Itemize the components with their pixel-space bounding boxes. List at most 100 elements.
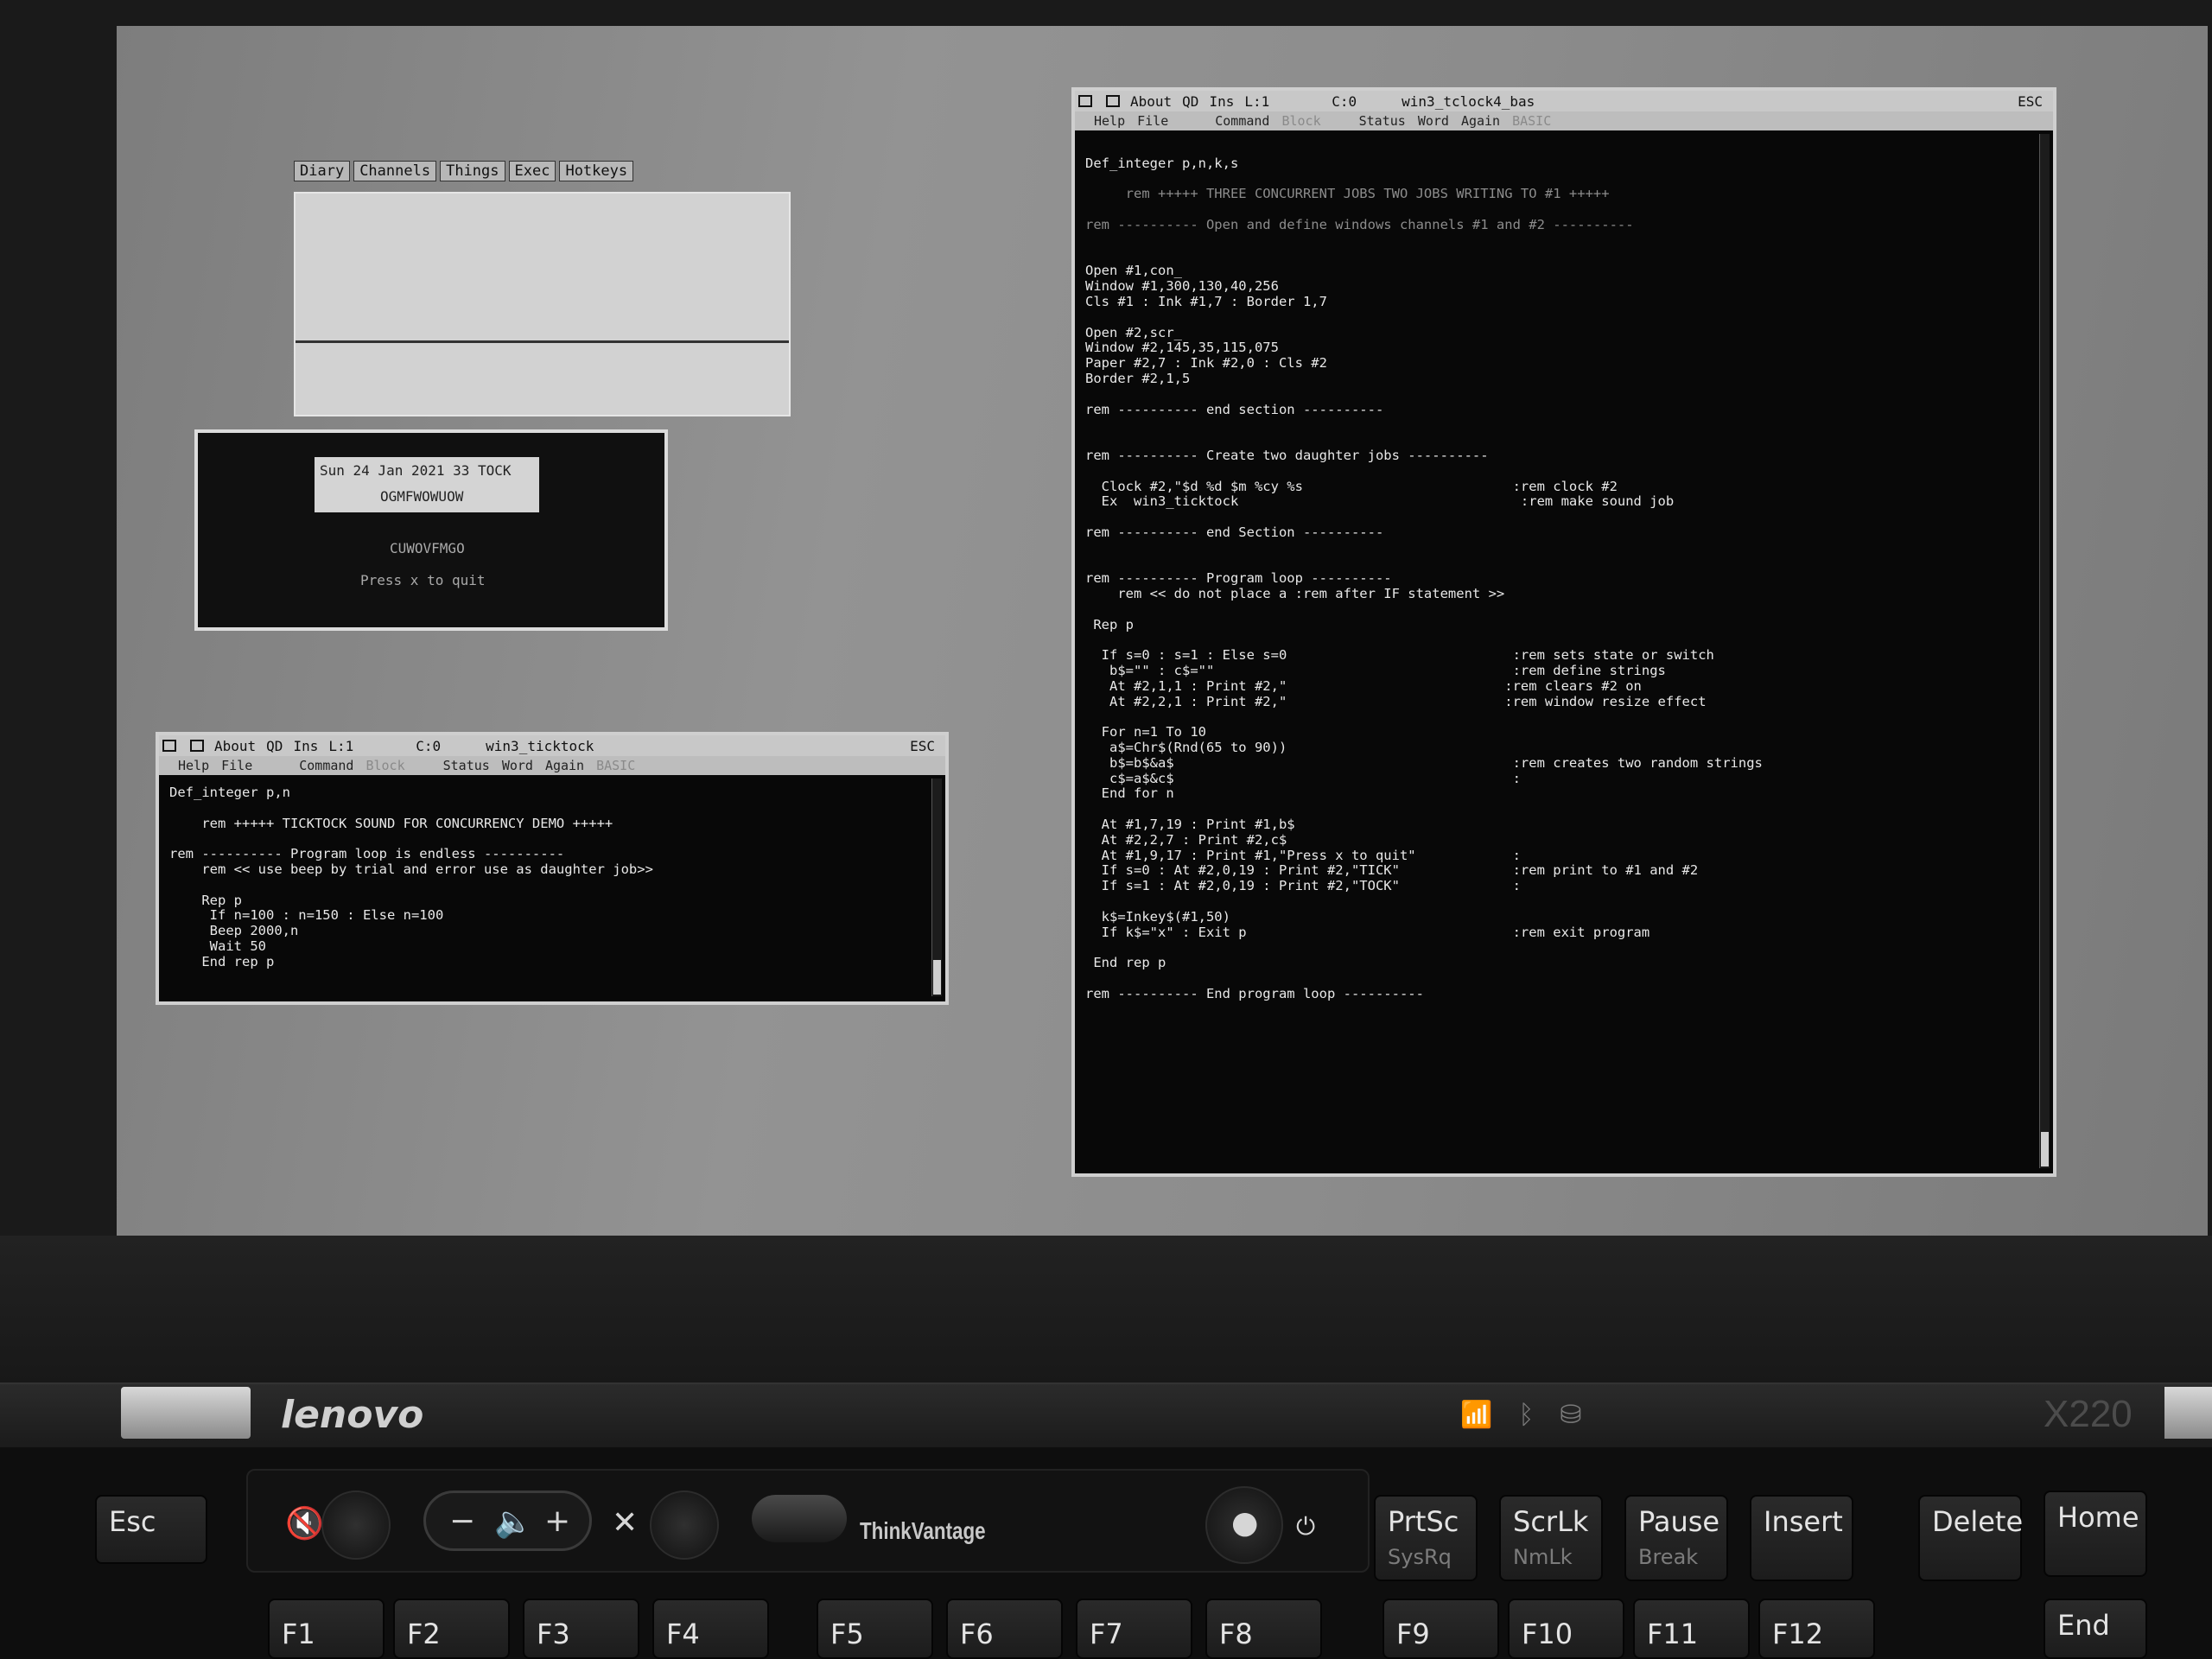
key-f10[interactable]: F10: [1508, 1599, 1624, 1659]
key-f9[interactable]: F9: [1382, 1599, 1499, 1659]
fkey-command[interactable]: Command: [1215, 113, 1269, 129]
esc-button[interactable]: ESC: [2018, 93, 2043, 110]
fkey-basic[interactable]: BASIC: [1512, 113, 1551, 129]
key-label: Esc: [109, 1505, 156, 1538]
code-line: rem +++++ TICKTOCK SOUND FOR CONCURRENCY…: [169, 816, 613, 831]
editor-scrollbar[interactable]: [2039, 134, 2050, 1168]
fkey-again[interactable]: Again: [1461, 113, 1500, 129]
key-label: Pause: [1638, 1505, 1720, 1538]
key-f5[interactable]: F5: [817, 1599, 933, 1659]
random-string-a: OGMFWOWUOW: [380, 488, 464, 505]
fkey-help[interactable]: Help: [1094, 113, 1125, 129]
key-f12[interactable]: F12: [1758, 1599, 1875, 1659]
mute-icon: 🔇: [285, 1506, 324, 1541]
fkey-help[interactable]: Help: [178, 758, 209, 773]
scroll-thumb[interactable]: [2041, 1132, 2049, 1166]
key-label: F10: [1522, 1618, 1573, 1650]
fkey-word[interactable]: Word: [1418, 113, 1449, 129]
menu-channels[interactable]: Channels: [353, 161, 437, 181]
thinkvantage-button[interactable]: [752, 1495, 847, 1542]
window-move-icon[interactable]: [1078, 95, 1092, 107]
fkey-file[interactable]: File: [1137, 113, 1168, 129]
fkey-block[interactable]: Block: [365, 758, 404, 773]
esc-button[interactable]: ESC: [910, 738, 935, 754]
editor-text-area[interactable]: Def_integer p,n,k,s rem +++++ THREE CONC…: [1085, 141, 2034, 1166]
fkey-command[interactable]: Command: [299, 758, 353, 773]
key-esc[interactable]: Esc: [95, 1495, 207, 1564]
key-f11[interactable]: F11: [1633, 1599, 1750, 1659]
editor-scrollbar[interactable]: [931, 779, 942, 996]
key-label: F9: [1396, 1618, 1430, 1650]
fkey-basic[interactable]: BASIC: [596, 758, 635, 773]
key-delete[interactable]: Delete: [1918, 1495, 2023, 1581]
key-label: Home: [2057, 1501, 2139, 1534]
key-label: F5: [830, 1618, 864, 1650]
key-f4[interactable]: F4: [652, 1599, 769, 1659]
window-size-icon[interactable]: [1106, 95, 1120, 107]
fkey-status[interactable]: Status: [443, 758, 490, 773]
editor-function-keys: Help File Command Block Status Word Agai…: [159, 756, 945, 775]
menu-things[interactable]: Things: [440, 161, 505, 181]
key-label: F4: [666, 1618, 700, 1650]
main-editor-window[interactable]: About QD Ins L:1 C:0 win3_tclock4_bas ES…: [1071, 87, 2056, 1177]
key-home[interactable]: Home: [2044, 1491, 2147, 1577]
key-sublabel: NmLk: [1513, 1545, 1573, 1569]
fkey-status[interactable]: Status: [1359, 113, 1406, 129]
code-line: If s=0 : s=1 : Else s=0 :rem sets state …: [1085, 648, 1714, 664]
brand-logo: lenovo: [281, 1393, 424, 1437]
fkey-word[interactable]: Word: [502, 758, 533, 773]
key-pause[interactable]: Pause Break: [1624, 1495, 1728, 1581]
code-line: Window #1,300,130,40,256: [1085, 279, 1279, 295]
menu-diary[interactable]: Diary: [294, 161, 351, 181]
key-label: F2: [407, 1618, 441, 1650]
menu-exec[interactable]: Exec: [508, 161, 556, 181]
code-line: Beep 2000,n: [169, 924, 299, 939]
about-button[interactable]: About: [1130, 93, 1172, 110]
ticktock-editor-window[interactable]: About QD Ins L:1 C:0 win3_ticktock ESC H…: [156, 732, 949, 1005]
clock-window[interactable]: Sun 24 Jan 2021 33 TOCK OGMFWOWUOW CUWOV…: [194, 429, 668, 631]
fkey-block[interactable]: Block: [1281, 113, 1320, 129]
key-insert[interactable]: Insert: [1750, 1495, 1853, 1581]
window-move-icon[interactable]: [162, 740, 176, 752]
window-size-icon[interactable]: [190, 740, 204, 752]
mute-button[interactable]: [321, 1491, 391, 1560]
editor-text-area[interactable]: Def_integer p,n rem +++++ TICKTOCK SOUND…: [169, 785, 926, 995]
fkey-again[interactable]: Again: [545, 758, 584, 773]
key-label: F11: [1647, 1618, 1699, 1650]
quit-hint: Press x to quit: [360, 572, 486, 588]
code-line: rem ---------- end section ----------: [1085, 402, 1384, 417]
key-f7[interactable]: F7: [1076, 1599, 1192, 1659]
key-f2[interactable]: F2: [393, 1599, 510, 1659]
key-f3[interactable]: F3: [523, 1599, 639, 1659]
key-f6[interactable]: F6: [946, 1599, 1063, 1659]
key-end[interactable]: End: [2044, 1599, 2147, 1659]
insert-mode[interactable]: Ins: [293, 738, 318, 754]
menu-hotkeys[interactable]: Hotkeys: [559, 161, 634, 181]
key-prtsc[interactable]: PrtSc SysRq: [1374, 1495, 1478, 1581]
diary-window[interactable]: [294, 192, 791, 416]
about-button[interactable]: About: [214, 738, 256, 754]
key-f8[interactable]: F8: [1205, 1599, 1322, 1659]
volume-down-icon: −: [449, 1503, 476, 1539]
mic-mute-button[interactable]: [650, 1491, 719, 1560]
key-scrlk[interactable]: ScrLk NmLk: [1499, 1495, 1603, 1581]
scroll-thumb[interactable]: [933, 960, 941, 995]
status-lights: 📶 ᛒ ⛁: [1460, 1400, 1582, 1430]
power-icon: ⏻: [1296, 1512, 1316, 1541]
key-f1[interactable]: F1: [268, 1599, 385, 1659]
diary-divider: [296, 340, 789, 343]
insert-mode[interactable]: Ins: [1209, 93, 1234, 110]
key-sublabel: Break: [1638, 1545, 1699, 1569]
code-line: Def_integer p,n,k,s: [1085, 156, 1239, 171]
fkey-file[interactable]: File: [221, 758, 252, 773]
